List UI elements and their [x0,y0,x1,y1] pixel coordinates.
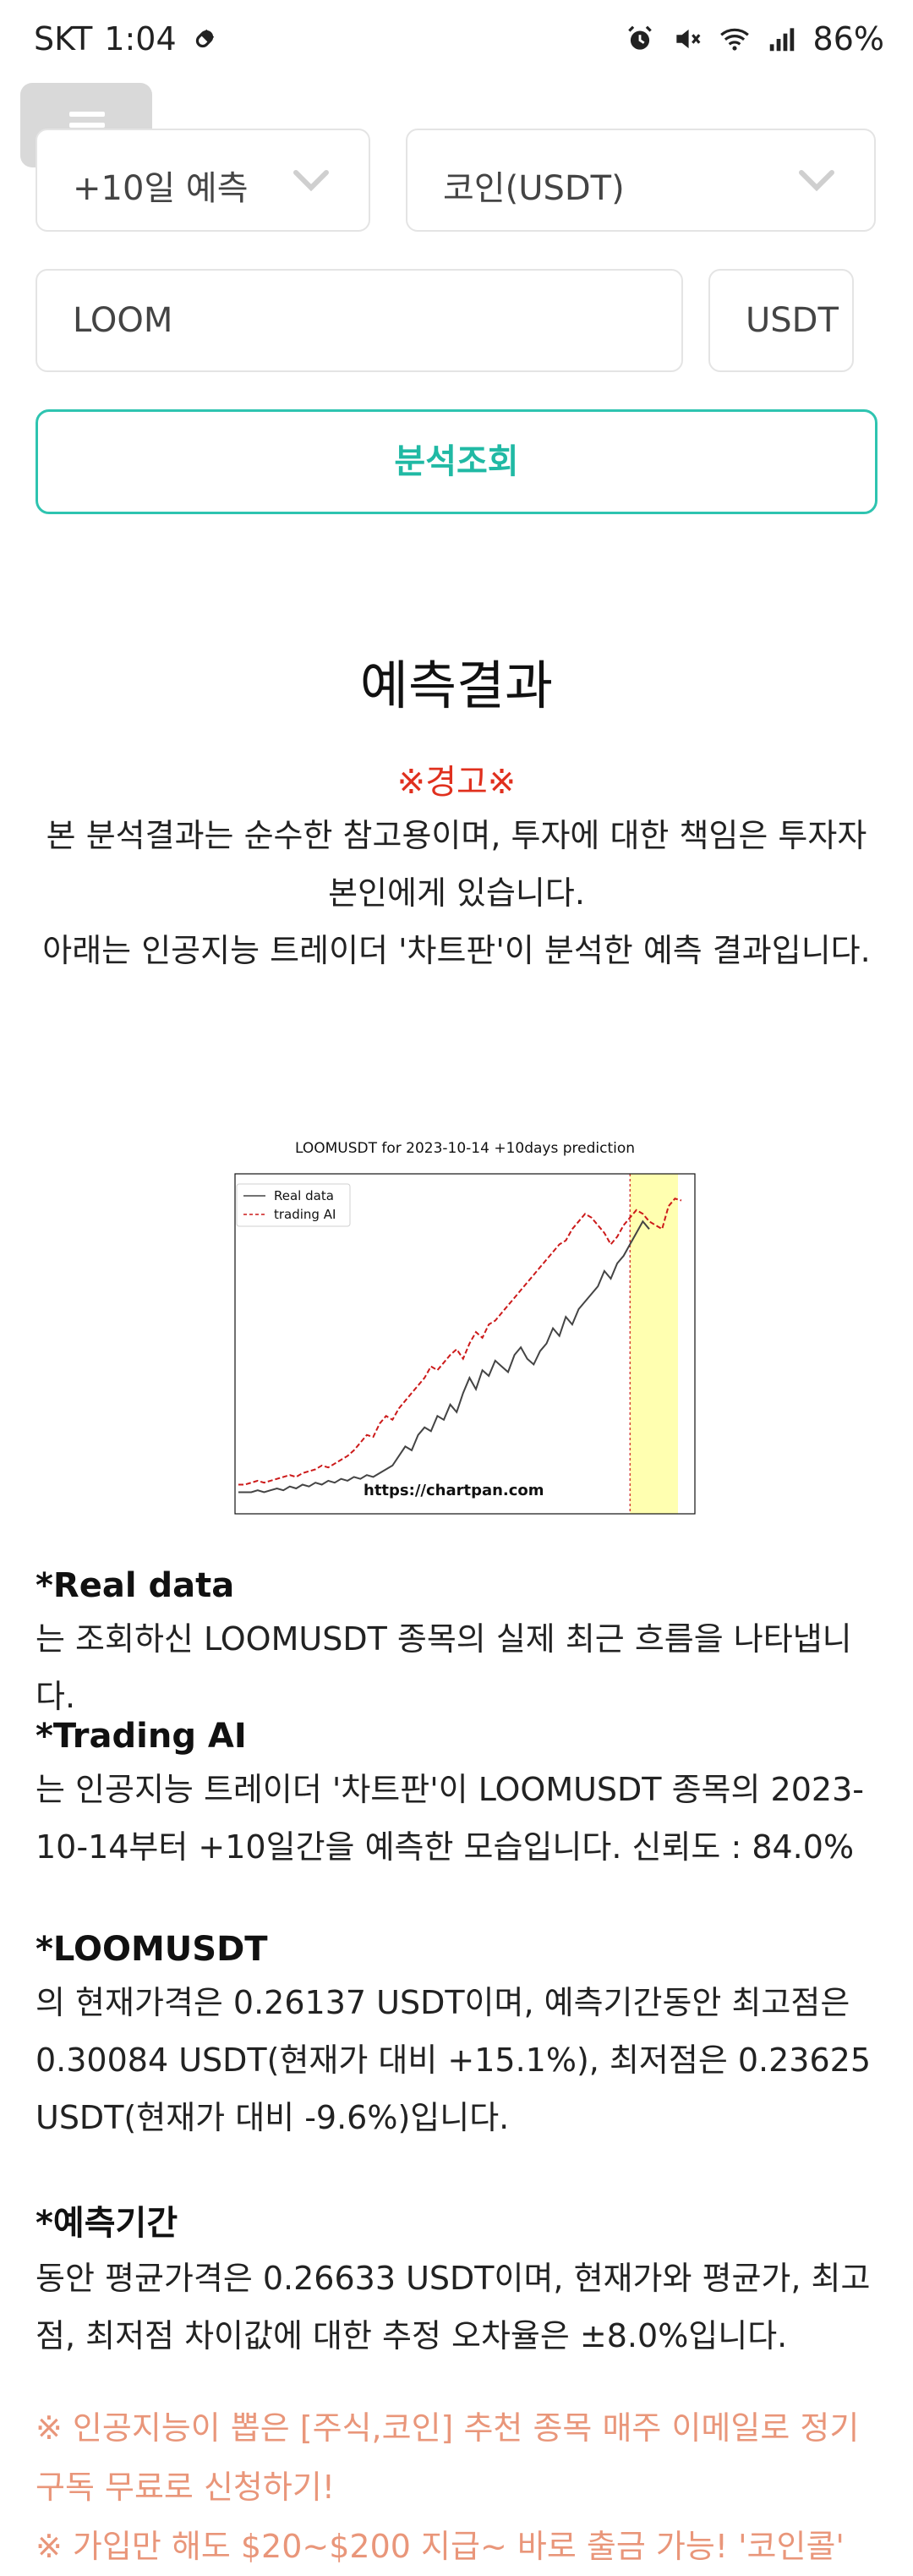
carrier-label: SKT [34,20,93,58]
period-select[interactable]: +10일 예측 [36,129,370,232]
status-left: SKT 1:04 [34,20,221,58]
chevron-down-icon [799,170,834,192]
signal-icon [769,28,794,52]
section-head: *Real data [36,1566,235,1605]
result-title: 예측결과 [359,655,554,716]
analyze-button-label: 분석조회 [394,442,519,481]
section-head: *예측기간 [36,2204,178,2243]
period-select-value: +10일 예측 [73,169,249,208]
pill-icon [195,29,214,48]
section-body: 는 조회하신 LOOMUSDT 종목의 실제 최근 흐름을 나타냅니다. [36,1620,852,1715]
analyze-button[interactable]: 분석조회 [36,409,877,514]
status-bar: SKT 1:04 86% [0,0,913,81]
warning-text: 본 분석결과는 순수한 참고용이며, 투자에 대한 책임은 투자자 본인에게 있… [46,817,867,912]
market-select-value: 코인(USDT) [443,169,625,208]
promo-coincall-link[interactable]: ※ 가입만 해도 $20~$200 지급~ 바로 출금 가능! '코인콜' [36,2517,881,2576]
section-head: *LOOMUSDT [36,1930,268,1969]
status-right: 86% [624,20,884,58]
chart-watermark: https://chartpan.com [364,1482,544,1499]
intro-text: 아래는 인공지능 트레이더 '차트판'이 분석한 예측 결과입니다. [42,932,871,969]
alarm-icon [627,25,652,50]
market-select[interactable]: 코인(USDT) [406,129,876,232]
symbol-input-value: LOOM [73,301,173,340]
menu-icon-bar-middle [69,123,105,128]
prediction-chart: LOOMUSDT for 2023-10-14 +10days predicti… [228,1133,702,1522]
chevron-down-icon [293,170,329,192]
currency-input-value: USDT [746,301,839,340]
wifi-icon [719,28,749,51]
section-body: 는 인공지능 트레이더 '차트판'이 LOOMUSDT 종목의 2023-10-… [36,1771,864,1866]
currency-input[interactable]: USDT [708,269,854,372]
series-layer [238,1198,682,1494]
mute-icon [675,29,700,49]
menu-icon-bar-top [69,112,105,117]
legend: Real data trading AI [236,1183,351,1227]
section-trading-ai: *Trading AI 는 인공지능 트레이더 '차트판'이 LOOMUSDT … [36,1717,881,1876]
symbol-input[interactable]: LOOM [36,269,683,372]
legend-ai-label: trading AI [274,1207,336,1222]
section-body: 동안 평균가격은 0.26633 USDT이며, 현재가와 평균가, 최고점, … [36,2260,871,2354]
disclaimer: 본 분석결과는 순수한 참고용이며, 투자에 대한 책임은 투자자 본인에게 있… [42,807,871,979]
section-forecast-period: *예측기간 동안 평균가격은 0.26633 USDT이며, 현재가와 평균가,… [36,2195,881,2365]
section-current-price: *LOOMUSDT 의 현재가격은 0.26137 USDT이며, 예측기간동안… [36,1930,881,2146]
series-line-real-data [238,1219,650,1494]
clock: 1:04 [104,20,177,58]
section-real-data: *Real data 는 조회하신 LOOMUSDT 종목의 실제 최근 흐름을… [36,1566,881,1725]
series-line-trading-ai [238,1198,682,1486]
section-head: *Trading AI [36,1717,247,1756]
chart-svg: Real data trading AI https://chartpan.co… [234,1173,696,1515]
promo-subscribe-link[interactable]: ※ 인공지능이 뽑은 [주식,코인] 추천 종목 매주 이메일로 정기구독 무료… [36,2398,881,2517]
battery-level: 86% [812,20,884,58]
legend-real-label: Real data [274,1188,334,1203]
section-body: 의 현재가격은 0.26137 USDT이며, 예측기간동안 최고점은 0.30… [36,1984,872,2136]
warning-title: ※경고※ [396,763,517,802]
